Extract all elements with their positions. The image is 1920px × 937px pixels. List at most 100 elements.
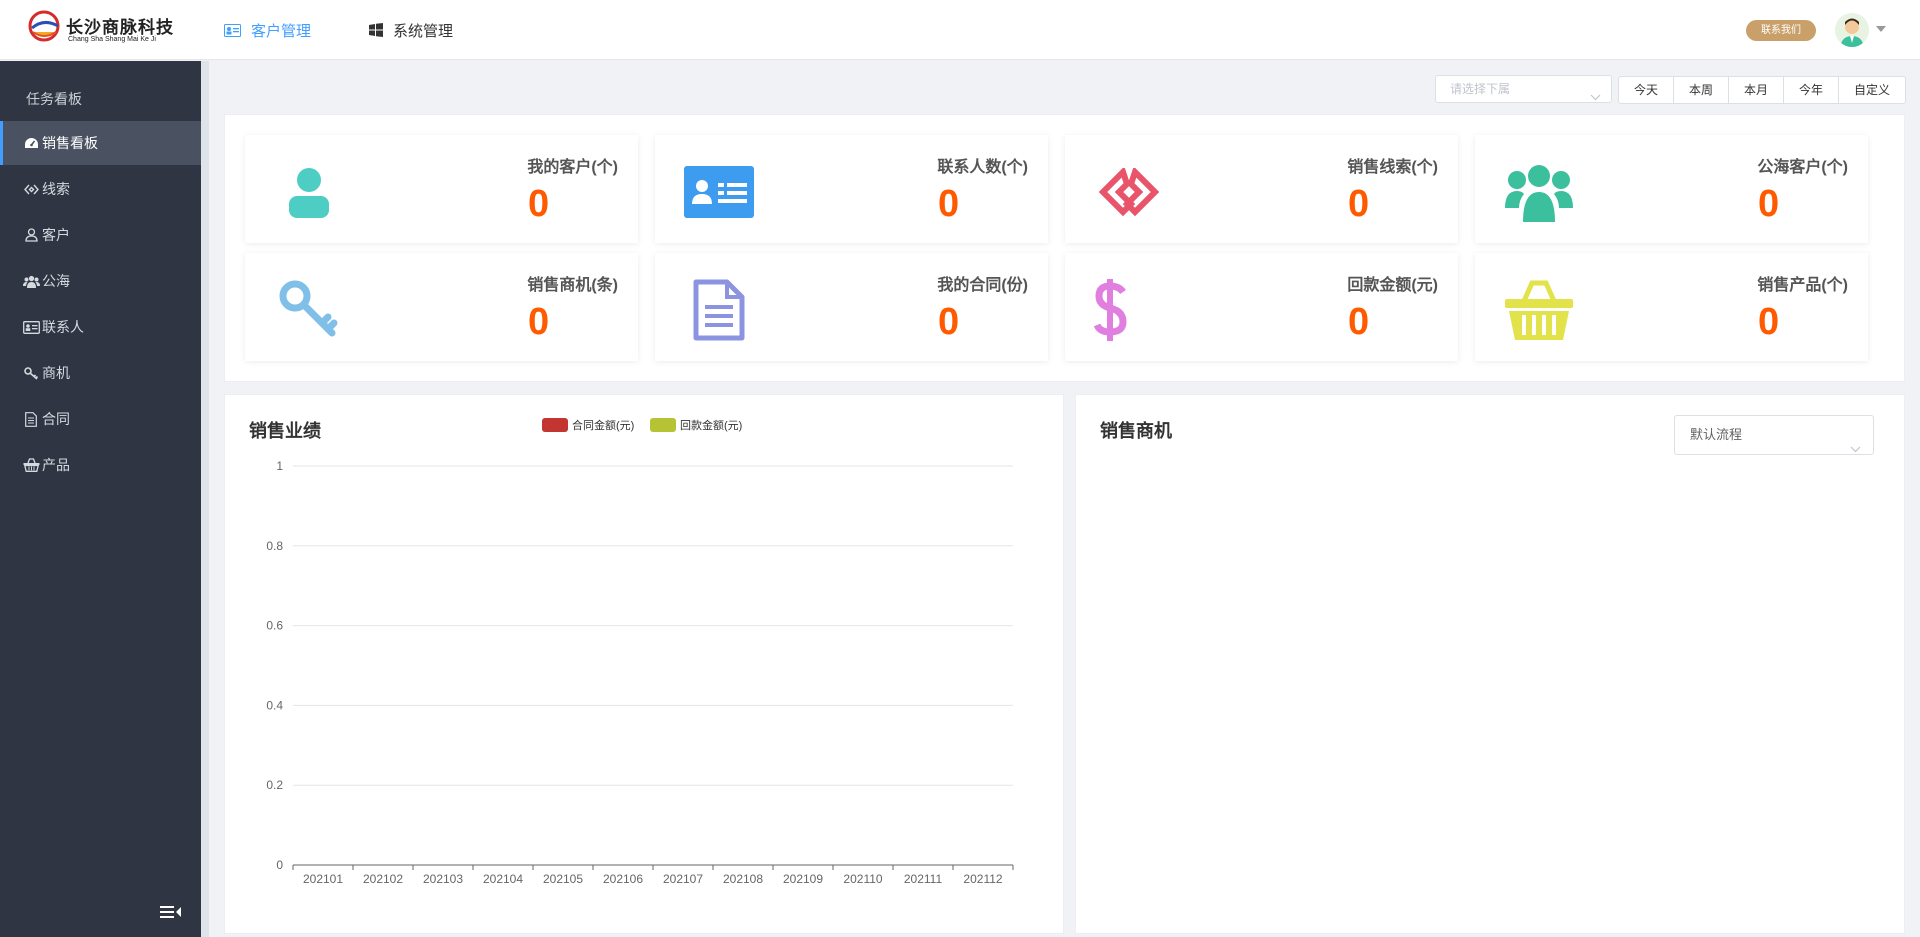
x-tick-label: 202111 (904, 872, 943, 886)
range-month-button[interactable]: 本月 (1729, 77, 1784, 103)
stat-card-my-customers[interactable]: 我的客户(个) 0 (245, 135, 638, 243)
x-tick-label: 202108 (723, 872, 763, 886)
chevron-down-icon (1850, 430, 1861, 468)
logo-subtext: Chang Sha Shang Mai Ke Ji (68, 36, 156, 43)
range-custom-button[interactable]: 自定义 (1839, 77, 1905, 103)
legend-item[interactable]: 合同金额(元) (542, 417, 634, 433)
nav-label: 客户管理 (251, 22, 312, 40)
flow-select-value: 默认流程 (1690, 427, 1743, 442)
contact-card-icon (22, 320, 40, 334)
sidebar-scrollbar[interactable] (201, 61, 209, 937)
logo-text: 长沙商脉科技 (66, 18, 174, 38)
sidebar-item-label: 联系人 (42, 319, 84, 335)
stat-label: 我的客户(个) (527, 159, 618, 176)
document-icon (22, 411, 40, 427)
flow-select[interactable]: 默认流程 (1674, 415, 1874, 455)
sidebar-item-contracts[interactable]: 合同 (0, 397, 201, 441)
sidebar-section-title: 任务看板 (26, 91, 82, 107)
legend-item[interactable]: 回款金额(元) (650, 417, 742, 433)
x-tick-label: 202106 (603, 872, 643, 886)
stat-label: 销售产品(个) (1757, 277, 1848, 294)
legend-label: 回款金额(元) (680, 420, 743, 432)
id-card-icon (224, 23, 241, 37)
clue-icon (1093, 163, 1165, 221)
stat-value: 0 (938, 301, 960, 343)
stats-panel: 我的客户(个) 0 联系人数(个) 0 销售线索(个) 0 公海客户(个) 0 … (224, 114, 1905, 382)
sidebar-item-contacts[interactable]: 联系人 (0, 305, 201, 349)
key-icon (273, 280, 345, 339)
y-tick-label: 0.6 (266, 619, 283, 633)
panel-title: 销售商机 (1100, 421, 1172, 441)
range-year-button[interactable]: 今年 (1784, 77, 1839, 103)
date-range-group: 今天 本周 本月 今年 自定义 (1618, 76, 1906, 104)
windows-icon (369, 23, 384, 37)
nav-system-management[interactable]: 系统管理 (369, 0, 453, 60)
sidebar-item-label: 线索 (42, 181, 70, 197)
top-nav: 客户管理 系统管理 (224, 0, 511, 60)
sidebar-item-label: 产品 (42, 457, 70, 473)
clue-icon (22, 184, 40, 195)
dollar-icon (1093, 279, 1165, 341)
stat-label: 公海客户(个) (1757, 159, 1848, 176)
chevron-down-icon[interactable] (1876, 26, 1886, 32)
logo[interactable]: 长沙商脉科技 Chang Sha Shang Mai Ke Ji (28, 10, 188, 50)
subordinate-select[interactable]: 请选择下属 (1435, 75, 1612, 103)
x-tick-label: 202104 (483, 872, 523, 886)
sidebar-item-label: 公海 (42, 273, 70, 289)
user-icon (273, 163, 345, 221)
stat-card-contacts[interactable]: 联系人数(个) 0 (655, 135, 1048, 243)
stat-card-sales-clues[interactable]: 销售线索(个) 0 (1065, 135, 1458, 243)
x-tick-label: 202103 (423, 872, 463, 886)
range-week-button[interactable]: 本周 (1674, 77, 1729, 103)
stat-label: 销售线索(个) (1347, 159, 1438, 176)
dashboard-icon (22, 137, 40, 150)
sidebar-item-customers[interactable]: 客户 (0, 213, 201, 257)
stat-value: 0 (1348, 301, 1370, 343)
range-today-button[interactable]: 今天 (1619, 77, 1674, 103)
chevron-down-icon (1590, 84, 1601, 110)
avatar[interactable] (1835, 13, 1869, 47)
users-icon (22, 275, 40, 288)
stat-label: 联系人数(个) (937, 159, 1028, 176)
stat-value: 0 (1758, 183, 1780, 225)
document-icon (683, 279, 755, 341)
user-avatar-icon (1835, 13, 1869, 47)
sales-performance-chart: 0 0.2 0.4 0.6 0.8 1 202101 202102 202103 202104 20… (266, 459, 1014, 886)
sidebar-item-products[interactable]: 产品 (0, 443, 201, 487)
sidebar-item-sales-dashboard[interactable]: 销售看板 (0, 121, 201, 165)
sidebar: 任务看板 销售看板 线索 客户 公海 联系人 商机 合同 产品 (0, 61, 201, 937)
stat-card-payment-amount[interactable]: 回款金额(元) 0 (1065, 253, 1458, 361)
stat-label: 我的合同(份) (937, 277, 1028, 294)
x-tick-label: 202112 (963, 872, 1002, 886)
x-tick-label: 202102 (363, 872, 403, 886)
stat-card-public-customers[interactable]: 公海客户(个) 0 (1475, 135, 1868, 243)
sidebar-item-public-sea[interactable]: 公海 (0, 259, 201, 303)
contact-card-icon (683, 163, 755, 221)
panel-title: 销售业绩 (249, 421, 321, 441)
x-tick-label: 202107 (663, 872, 703, 886)
user-icon (22, 228, 40, 242)
sidebar-item-opportunities[interactable]: 商机 (0, 351, 201, 395)
collapse-menu-icon[interactable] (160, 905, 182, 924)
stat-card-sales-opportunities[interactable]: 销售商机(条) 0 (245, 253, 638, 361)
legend-swatch (542, 418, 568, 432)
stat-card-my-contracts[interactable]: 我的合同(份) 0 (655, 253, 1048, 361)
y-tick-label: 0.4 (266, 698, 283, 712)
sidebar-item-label: 合同 (42, 411, 70, 427)
stat-value: 0 (938, 183, 960, 225)
y-tick-label: 0 (276, 858, 283, 872)
legend-swatch (650, 418, 676, 432)
sidebar-item-label: 客户 (42, 227, 70, 243)
key-icon (22, 366, 40, 380)
basket-icon (1503, 280, 1575, 340)
nav-customer-management[interactable]: 客户管理 (224, 0, 311, 60)
stat-card-sales-products[interactable]: 销售产品(个) 0 (1475, 253, 1868, 361)
sidebar-item-clues[interactable]: 线索 (0, 167, 201, 211)
sales-opportunity-panel: 销售商机 默认流程 (1075, 394, 1905, 934)
x-tick-label: 202109 (783, 872, 823, 886)
stat-value: 0 (1758, 301, 1780, 343)
y-tick-label: 0.8 (266, 539, 283, 553)
contact-us-button[interactable]: 联系我们 (1746, 20, 1816, 41)
top-header: 长沙商脉科技 Chang Sha Shang Mai Ke Ji 客户管理 系统… (0, 0, 1920, 60)
basket-icon (22, 458, 40, 472)
